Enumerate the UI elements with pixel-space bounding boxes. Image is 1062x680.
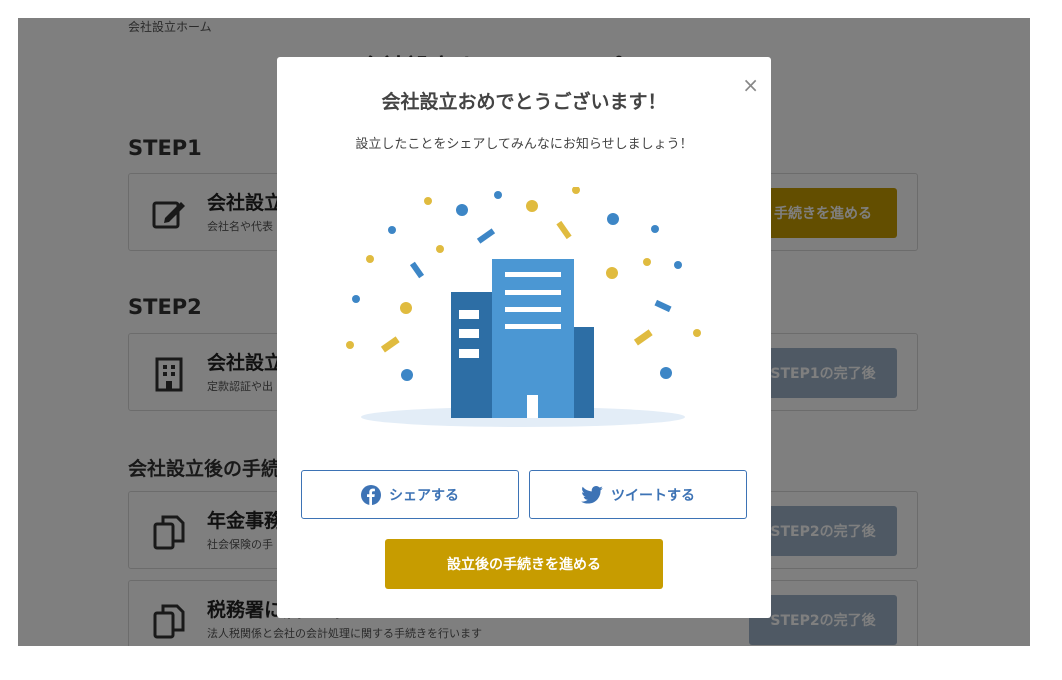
twitter-tweet-label: ツイートする xyxy=(611,487,695,504)
twitter-icon xyxy=(581,485,603,504)
facebook-share-label: シェアする xyxy=(389,487,459,504)
modal-subtitle: 設立したことをシェアしてみんなにお知らせしましょう！ xyxy=(355,137,693,152)
app-frame: 会社設立ホーム 会社設立までのステップ STEP1 会社設立 会社名や代表 手続… xyxy=(18,18,1030,646)
congratulations-modal: × 会社設立おめでとうございます！ 設立したことをシェアしてみんなにお知らせしま… xyxy=(277,57,771,618)
modal-title: 会社設立おめでとうございます！ xyxy=(381,91,667,113)
proceed-post-setup-button[interactable]: 設立後の手続きを進める xyxy=(385,539,663,589)
celebration-building-illustration xyxy=(346,187,701,427)
twitter-tweet-button[interactable]: ツイートする xyxy=(529,470,747,519)
facebook-share-button[interactable]: シェアする xyxy=(301,470,519,519)
facebook-icon xyxy=(361,484,381,505)
